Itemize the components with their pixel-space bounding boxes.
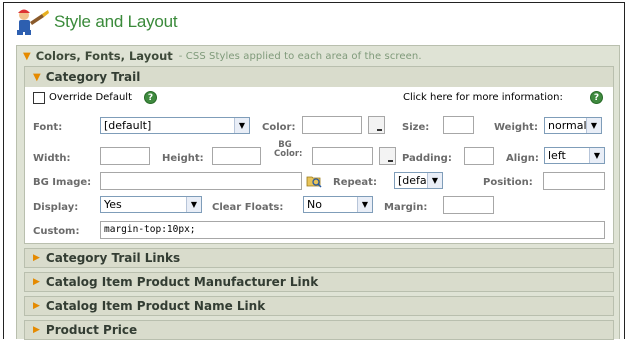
expand-triangle-icon: ▼ (33, 71, 41, 83)
font-label: Font: (33, 122, 63, 133)
section-label: Catalog Item Product Name Link (45, 299, 266, 313)
repeat-select[interactable]: [default] ▼ (394, 172, 443, 189)
override-default-checkbox[interactable] (33, 92, 45, 104)
expand-triangle-icon: ▼ (23, 50, 31, 62)
section-title: Colors, Fonts, Layout (35, 49, 173, 63)
weight-label: Weight: (494, 122, 538, 133)
bg-color-input[interactable] (312, 147, 373, 165)
bg-image-input[interactable] (100, 172, 302, 190)
section-label: Catalog Item Product Manufacturer Link (45, 275, 319, 289)
section-label: Product Price (45, 323, 138, 337)
size-input[interactable] (443, 116, 474, 134)
custom-label: Custom: (33, 226, 80, 237)
collapse-triangle-icon: ▶ (33, 253, 40, 263)
position-label: Position: (483, 177, 533, 188)
folder-browse-icon[interactable] (306, 173, 322, 188)
category-trail-header[interactable]: ▼ Category Trail (25, 67, 613, 87)
width-input[interactable] (100, 147, 150, 165)
bg-image-label: BG Image: (33, 177, 92, 188)
clear-floats-select[interactable]: No ▼ (303, 196, 373, 213)
display-label: Display: (33, 202, 79, 213)
clear-floats-label: Clear Floats: (212, 202, 284, 213)
section-category-trail-links[interactable]: ▶ Category Trail Links (24, 248, 614, 268)
chevron-down-icon: ▼ (357, 197, 372, 212)
align-select-value: left (548, 149, 566, 162)
override-default-label: Override Default (49, 92, 132, 103)
chevron-down-icon: ▼ (589, 148, 604, 163)
color-picker-button[interactable] (368, 116, 385, 134)
align-label: Align: (506, 153, 539, 164)
size-label: Size: (402, 122, 430, 133)
collapse-triangle-icon: ▶ (33, 325, 40, 335)
margin-input[interactable] (443, 196, 494, 214)
colors-fonts-layout-header[interactable]: ▼ Colors, Fonts, Layout - CSS Styles app… (17, 46, 619, 66)
section-product-price[interactable]: ▶ Product Price (24, 320, 614, 340)
position-input[interactable] (543, 172, 605, 190)
repeat-label: Repeat: (333, 177, 377, 188)
width-label: Width: (33, 153, 71, 164)
help-icon[interactable]: ? (144, 91, 157, 104)
chevron-down-icon: ▼ (186, 197, 201, 212)
align-select[interactable]: left ▼ (544, 147, 605, 164)
display-select[interactable]: Yes ▼ (100, 196, 202, 213)
section-product-name-link[interactable]: ▶ Catalog Item Product Name Link (24, 296, 614, 316)
section-subtitle: - CSS Styles applied to each area of the… (178, 50, 422, 62)
custom-css-input[interactable]: margin-top:10px; (100, 221, 605, 239)
bg-color-picker-button[interactable] (379, 147, 396, 165)
display-select-value: Yes (104, 198, 122, 211)
clear-floats-select-value: No (307, 198, 322, 211)
font-select-value: [default] (104, 119, 152, 132)
color-input[interactable] (302, 116, 362, 134)
chevron-down-icon: ▼ (427, 173, 442, 188)
weight-select[interactable]: normal ▼ (544, 117, 602, 134)
page-header: Style and Layout (14, 8, 178, 36)
more-info-label: Click here for more information: (403, 92, 563, 103)
chevron-down-icon: ▼ (586, 118, 601, 133)
chevron-down-icon: ▼ (234, 118, 249, 133)
weight-select-value: normal (548, 119, 587, 132)
margin-label: Margin: (384, 202, 428, 213)
padding-input[interactable] (464, 147, 494, 165)
collapse-triangle-icon: ▶ (33, 301, 40, 311)
more-info-help-icon[interactable]: ? (590, 91, 603, 104)
category-trail-title: Category Trail (45, 70, 141, 84)
bg-color-label: BG Color: (274, 140, 303, 159)
collapse-triangle-icon: ▶ (33, 277, 40, 287)
padding-label: Padding: (402, 153, 452, 164)
height-input[interactable] (212, 147, 261, 165)
page-title: Style and Layout (54, 12, 178, 31)
color-label: Color: (262, 122, 296, 133)
painter-icon (14, 8, 50, 36)
section-manufacturer-link[interactable]: ▶ Catalog Item Product Manufacturer Link (24, 272, 614, 292)
section-label: Category Trail Links (45, 251, 181, 265)
height-label: Height: (162, 153, 204, 164)
font-select[interactable]: [default] ▼ (100, 117, 250, 134)
